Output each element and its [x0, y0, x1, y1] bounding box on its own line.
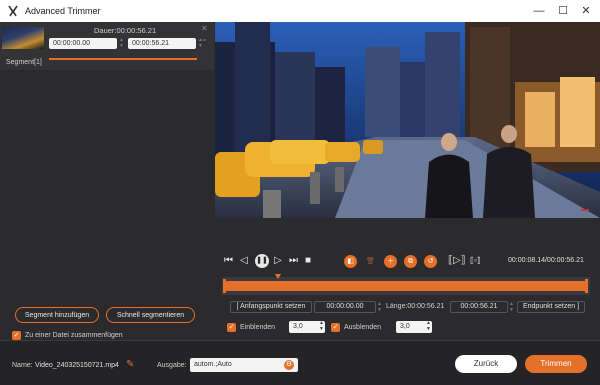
timeline-selection[interactable] [226, 281, 586, 291]
split-icon[interactable]: ◧ [344, 255, 357, 268]
segment-thumbnail [2, 27, 44, 49]
stop-icon[interactable]: ■ [305, 254, 311, 268]
set-end-button[interactable]: Endpunkt setzen ] [517, 301, 585, 313]
segment-start-input[interactable]: 00:00:00.00 [49, 38, 117, 49]
close-window-button[interactable]: ✕ [579, 4, 593, 18]
end-time-field[interactable]: 00:00:56.21 [450, 301, 508, 313]
fade-out-checkbox[interactable]: ✓ [331, 323, 340, 332]
name-label: Name: [12, 362, 33, 369]
fade-in-checkbox[interactable]: ✓ [227, 323, 236, 332]
video-frame [215, 22, 600, 218]
set-start-button[interactable]: [ Anfangspunkt setzen [230, 301, 312, 313]
segment-range-bar [49, 58, 197, 60]
add-icon[interactable]: ＋ [384, 255, 397, 268]
segment-label: Segment[1] [6, 59, 42, 66]
set-start-label: Anfangspunkt setzen [240, 303, 306, 310]
maximize-button[interactable]: ☐ [556, 4, 570, 18]
output-settings-field[interactable]: autom.;Auto [190, 358, 298, 372]
pause-button[interactable]: ❚❚ [255, 254, 269, 268]
reset-icon[interactable]: ↺ [424, 255, 437, 268]
fade-out-stepper[interactable]: ▲ ▼ [425, 320, 432, 332]
add-segment-button[interactable]: Segment hinzufügen [15, 307, 99, 323]
merge-label: Zu einer Datei zusammenfügen [25, 332, 123, 339]
title-bar: Advanced Trimmer — ☐ ✕ [0, 0, 600, 22]
app-logo-icon [8, 5, 18, 17]
segment-duration: Dauer:00:00:56.21 [94, 26, 157, 35]
segment-start-stepper[interactable]: ▲ ▼ [118, 37, 125, 49]
set-end-label: Endpunkt setzen [522, 303, 576, 310]
fast-split-button[interactable]: Schnell segmentieren [106, 307, 195, 323]
next-frame-icon[interactable]: ▷ [274, 254, 282, 268]
segment-end-input[interactable]: 00:00:56.21 [128, 38, 196, 49]
collapse-segment-icon[interactable]: ⌄ [201, 34, 208, 43]
start-time-stepper[interactable]: ▲ ▼ [376, 301, 383, 313]
edit-name-icon[interactable]: ✎ [126, 359, 134, 370]
start-time-field[interactable]: 00:00:00.00 [314, 301, 376, 313]
fullscreen-icon[interactable]: ⟦▫⟧ [470, 254, 481, 268]
delete-icon[interactable]: 🗑 [364, 255, 377, 268]
skip-end-icon[interactable]: ⏭ [289, 254, 298, 268]
loop-playback-icon[interactable]: ⟦▷⟧ [448, 254, 466, 268]
previous-frame-icon[interactable]: ◁ [240, 254, 248, 268]
video-preview [215, 22, 600, 218]
merge-checkbox[interactable]: ✓ [12, 331, 21, 340]
start-handle[interactable] [223, 279, 226, 293]
fade-in-stepper[interactable]: ▲ ▼ [318, 320, 325, 332]
fade-out-label: Ausblenden [344, 324, 381, 331]
end-time-stepper[interactable]: ▲ ▼ [508, 301, 515, 313]
end-handle[interactable] [585, 279, 588, 293]
playhead-marker[interactable] [275, 274, 282, 279]
length-label: Länge:00:00:56.21 [386, 303, 445, 310]
fade-in-label: Einblenden [240, 324, 276, 331]
skip-start-icon[interactable]: ⏮ [224, 254, 233, 268]
time-display: 00:00:08.14/00:00:56.21 [508, 257, 584, 264]
file-name: Video_240325150721.mp4 [35, 362, 119, 369]
minimize-button[interactable]: — [532, 4, 546, 18]
settings-gear-icon[interactable]: ⚙ [284, 360, 294, 370]
output-label: Ausgabe: [157, 362, 187, 369]
copy-icon[interactable]: ⧉ [404, 255, 417, 268]
close-segment-icon[interactable]: ✕ [201, 24, 208, 33]
trim-button[interactable]: Trimmen [525, 355, 587, 373]
window-title: Advanced Trimmer [25, 6, 101, 16]
back-button[interactable]: Zurück [455, 355, 517, 373]
